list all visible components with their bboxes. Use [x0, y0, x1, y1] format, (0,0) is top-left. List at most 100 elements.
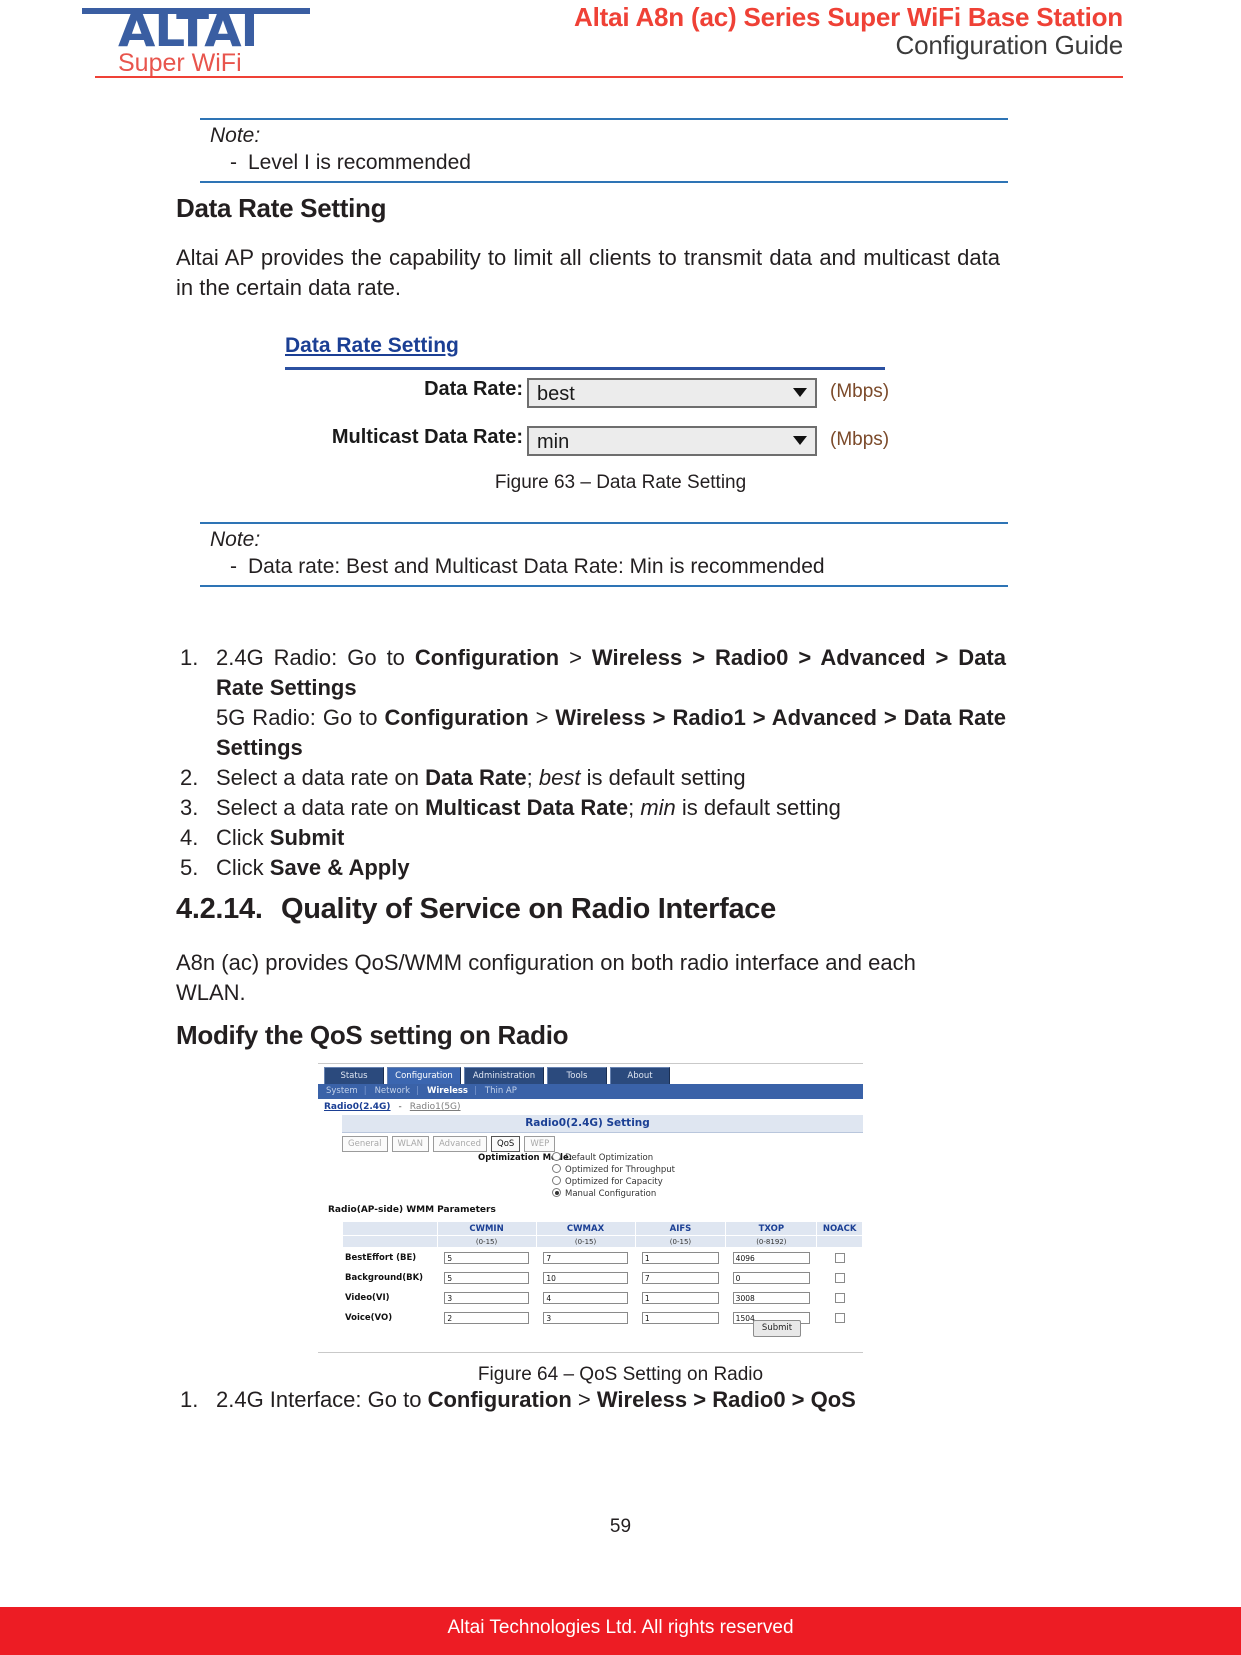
- emphasis-bold: Data Rate: [425, 765, 527, 790]
- wmm-cell-cwmax: 10: [535, 1267, 636, 1288]
- wmm-input-cwmin[interactable]: 3: [444, 1291, 529, 1304]
- wmm-input-aifs[interactable]: 1: [641, 1291, 720, 1304]
- paragraph-data-rate: Altai AP provides the capability to limi…: [176, 245, 1000, 300]
- optimization-option-label: Optimized for Throughput: [565, 1165, 675, 1175]
- noack-checkbox[interactable]: [834, 1253, 845, 1263]
- sub-nav-wireless[interactable]: Wireless: [427, 1086, 468, 1096]
- radio-button-icon[interactable]: [552, 1152, 561, 1161]
- sub-nav-system[interactable]: System: [326, 1086, 358, 1096]
- radio-setting-subtabs: General WLAN Advanced QoS WEP: [342, 1136, 559, 1152]
- optimization-option[interactable]: Optimized for Throughput: [552, 1164, 675, 1176]
- wmm-input-txop[interactable]: 3008: [732, 1291, 811, 1304]
- note-title: Note:: [210, 124, 261, 147]
- wmm-col-range: [342, 1235, 438, 1248]
- wmm-input-cwmin[interactable]: 2: [444, 1311, 529, 1324]
- emphasis-bold: Submit: [269, 825, 345, 850]
- optimization-option-label: Manual Configuration: [565, 1189, 657, 1199]
- wmm-input-cwmax[interactable]: 4: [543, 1291, 628, 1304]
- note-item: - Level I is recommended: [200, 148, 1008, 177]
- step-line: 5G Radio: Go to Configuration > Wireless…: [216, 703, 1006, 763]
- radio-link-radio1[interactable]: Radio1(5G): [410, 1102, 461, 1112]
- wmm-input-cwmax[interactable]: 7: [543, 1251, 628, 1264]
- text-run: Click: [216, 855, 270, 880]
- wmm-table-body: BestEffort (BE) 5 7 1 4096 Background(BK) 5 10 7…: [342, 1247, 863, 1328]
- wmm-col-header: [342, 1221, 438, 1236]
- wmm-col-header-txop: TXOP: [725, 1221, 818, 1236]
- wmm-cell-aifs: 1: [634, 1287, 727, 1308]
- chevron-down-icon: [793, 436, 807, 445]
- step-item: 1. 2.4G Radio: Go to Configuration > Wire…: [176, 643, 1006, 763]
- setting-panel-title-bar: Radio0(2.4G) Setting: [342, 1115, 863, 1133]
- radio-selector-links: Radio0(2.4G) - Radio1(5G): [324, 1102, 461, 1112]
- radio-link-radio0[interactable]: Radio0(2.4G): [324, 1102, 391, 1112]
- text-run: 2.4G Interface: Go to: [216, 1387, 428, 1412]
- nav-tab-about[interactable]: About: [610, 1067, 670, 1084]
- nav-tab-status[interactable]: Status: [324, 1067, 384, 1084]
- noack-checkbox[interactable]: [834, 1313, 845, 1323]
- wmm-input-cwmin[interactable]: 5: [444, 1271, 529, 1284]
- step-item: 5. Click Save & Apply: [176, 853, 1006, 883]
- step-list-qos: 1. 2.4G Interface: Go to Configuration > …: [176, 1385, 1006, 1415]
- optimization-option-label: Optimized for Capacity: [565, 1177, 663, 1187]
- table-row: BestEffort (BE) 5 7 1 4096: [342, 1247, 863, 1268]
- wmm-input-cwmax[interactable]: 10: [543, 1271, 628, 1284]
- emphasis-italic: min: [640, 795, 676, 820]
- radio-button-icon[interactable]: [552, 1164, 561, 1173]
- optimization-option[interactable]: Optimized for Capacity: [552, 1176, 675, 1188]
- data-rate-select[interactable]: best: [527, 378, 817, 408]
- main-nav-tabs: Status Configuration Administration Tools Ab…: [324, 1067, 673, 1084]
- figure-63-caption: Figure 63 – Data Rate Setting: [494, 472, 747, 493]
- nav-tab-administration[interactable]: Administration: [464, 1067, 544, 1084]
- nav-tab-tools[interactable]: Tools: [547, 1067, 607, 1084]
- optimization-option[interactable]: Manual Configuration: [552, 1188, 675, 1200]
- note-title: Note:: [210, 528, 261, 551]
- wmm-input-cwmin[interactable]: 5: [444, 1251, 529, 1264]
- subtab-general[interactable]: General: [342, 1136, 388, 1152]
- wmm-col-header-cwmax: CWMAX: [535, 1221, 636, 1236]
- document-title-line1: Altai A8n (ac) Series Super WiFi Base St…: [574, 2, 1123, 32]
- wmm-input-txop[interactable]: 0: [732, 1271, 811, 1284]
- step-number: 1.: [180, 645, 199, 670]
- wmm-input-aifs[interactable]: 7: [641, 1271, 720, 1284]
- note-block-2: Note: - Data rate: Best and Multicast Da…: [200, 522, 1008, 587]
- section-number: 4.2.14.: [176, 893, 263, 925]
- note-block-1: Note: - Level I is recommended: [200, 118, 1008, 183]
- wmm-cell-txop: 4096: [725, 1247, 818, 1268]
- wmm-range-row: (0-15) (0-15) (0-15) (0-8192): [342, 1235, 863, 1248]
- radio-link-separator: -: [398, 1102, 402, 1112]
- radio-button-icon[interactable]: [552, 1188, 561, 1197]
- radio-button-icon[interactable]: [552, 1176, 561, 1185]
- text-run: Click: [216, 825, 270, 850]
- wmm-col-header-cwmin: CWMIN: [436, 1221, 537, 1236]
- optimization-option[interactable]: Default Optimization: [552, 1152, 675, 1164]
- emphasis-bold: Configuration: [414, 645, 560, 670]
- wmm-input-aifs[interactable]: 1: [641, 1311, 720, 1324]
- subtab-qos[interactable]: QoS: [491, 1136, 521, 1152]
- section-heading: 4.2.14. Quality of Service on Radio Inter…: [176, 893, 776, 926]
- sub-nav-thin-ap[interactable]: Thin AP: [485, 1086, 517, 1096]
- wmm-input-aifs[interactable]: 1: [641, 1251, 720, 1264]
- submit-button[interactable]: Submit: [753, 1320, 801, 1337]
- sub-heading-modify-qos: Modify the QoS setting on Radio: [176, 1020, 569, 1050]
- nav-tab-configuration[interactable]: Configuration: [387, 1067, 461, 1084]
- figure-data-rate-setting: Data Rate Setting Data Rate: best (Mbps)…: [255, 328, 935, 473]
- wmm-cell-cwmin: 2: [436, 1307, 537, 1328]
- subtab-advanced[interactable]: Advanced: [433, 1136, 488, 1152]
- step-line: Select a data rate on Data Rate; best is…: [216, 763, 1006, 793]
- sub-nav-network[interactable]: Network: [375, 1086, 411, 1096]
- step-number: 1.: [180, 1387, 199, 1412]
- optimization-mode-radio-group: Default Optimization Optimized for Throug…: [552, 1152, 675, 1200]
- noack-checkbox[interactable]: [834, 1293, 845, 1303]
- multicast-data-rate-select[interactable]: min: [527, 426, 817, 456]
- noack-checkbox[interactable]: [834, 1273, 845, 1283]
- wmm-cell-aifs: 1: [634, 1247, 727, 1268]
- wmm-input-cwmax[interactable]: 3: [543, 1311, 628, 1324]
- wmm-input-txop[interactable]: 4096: [732, 1251, 811, 1264]
- subtab-wlan[interactable]: WLAN: [391, 1136, 430, 1152]
- wmm-cell-cwmin: 5: [436, 1267, 537, 1288]
- data-rate-label: Data Rate:: [424, 378, 523, 400]
- subtab-wep[interactable]: WEP: [524, 1136, 556, 1152]
- sub-nav-bar: System | Network | Wireless | Thin AP: [318, 1084, 863, 1099]
- wmm-col-range-txop: (0-8192): [725, 1235, 818, 1248]
- step-number: 3.: [180, 795, 199, 820]
